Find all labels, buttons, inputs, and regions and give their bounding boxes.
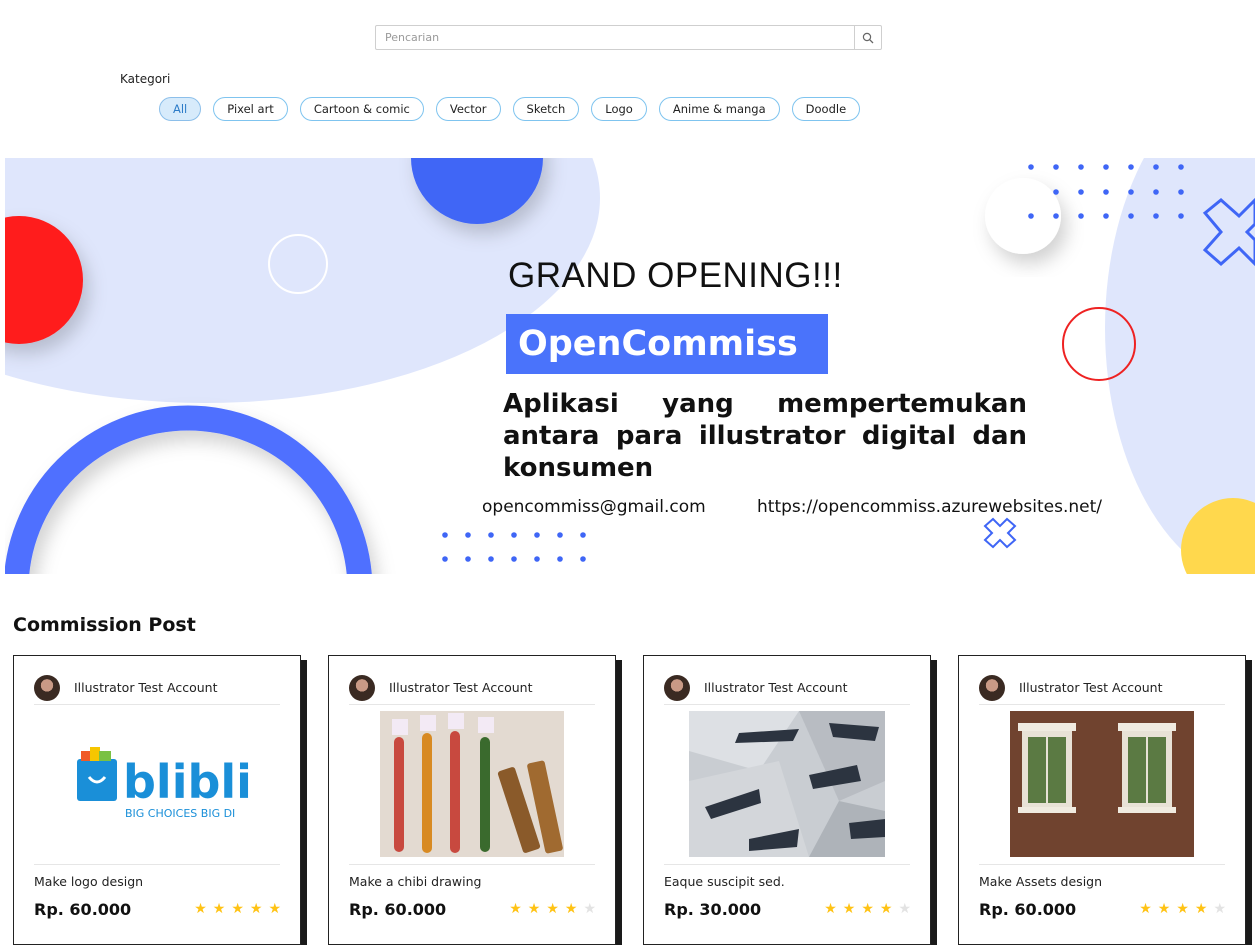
category-chip-anime-manga[interactable]: Anime & manga <box>658 97 780 121</box>
star-filled-icon: ★ <box>1194 901 1208 917</box>
category-chip-all[interactable]: All <box>159 97 202 121</box>
star-filled-icon: ★ <box>879 901 893 917</box>
category-label: Kategori <box>120 72 171 86</box>
category-chip-cartoon-comic[interactable]: Cartoon & comic <box>299 97 424 121</box>
search-button[interactable] <box>854 26 881 49</box>
avatar[interactable] <box>979 674 1005 701</box>
card-header: Illustrator Test Account <box>349 671 595 705</box>
author-name[interactable]: Illustrator Test Account <box>1019 680 1163 695</box>
card-title[interactable]: Make a chibi drawing <box>349 874 481 889</box>
category-chips: All Pixel art Cartoon & comic Vector Ske… <box>159 97 861 121</box>
star-empty-icon: ★ <box>583 901 596 917</box>
rating-stars: ★ ★ ★ ★ ★ <box>194 900 281 918</box>
banner-headline: GRAND OPENING!!! <box>508 256 843 295</box>
card-price: Rp. 60.000 <box>979 900 1077 919</box>
avatar[interactable] <box>349 674 375 701</box>
card-divider <box>979 864 1225 865</box>
card-image[interactable] <box>664 711 910 857</box>
star-filled-icon: ★ <box>509 901 522 917</box>
star-filled-icon: ★ <box>194 901 207 917</box>
blibli-logo-tagline: BIG CHOICES BIG DI <box>125 807 235 820</box>
section-title: Commission Post <box>13 614 196 636</box>
avatar[interactable] <box>34 674 60 701</box>
card-header: Illustrator Test Account <box>34 671 280 705</box>
star-filled-icon: ★ <box>861 901 874 917</box>
card-price: Rp. 60.000 <box>34 900 132 919</box>
category-chip-sketch[interactable]: Sketch <box>512 97 580 121</box>
category-chip-pixel-art[interactable]: Pixel art <box>213 97 288 121</box>
star-empty-icon: ★ <box>1213 901 1226 917</box>
card-header: Illustrator Test Account <box>664 671 910 705</box>
rating-stars: ★ ★ ★ ★ ★ <box>824 900 911 918</box>
search-input[interactable] <box>376 26 854 49</box>
keychain-photo <box>380 711 564 857</box>
star-filled-icon: ★ <box>564 901 578 917</box>
card-title[interactable]: Eaque suscipit sed. <box>664 874 785 889</box>
rating-stars: ★ ★ ★ ★ ★ <box>1139 900 1226 918</box>
search-bar <box>375 25 882 50</box>
card-title[interactable]: Make Assets design <box>979 874 1102 889</box>
star-filled-icon: ★ <box>546 901 559 917</box>
banner-brand: OpenCommiss <box>506 314 828 374</box>
card-divider <box>34 864 280 865</box>
card-image[interactable]: blibli BIG CHOICES BIG DI <box>34 711 280 857</box>
card-title[interactable]: Make logo design <box>34 874 143 889</box>
category-chip-doodle[interactable]: Doodle <box>791 97 861 121</box>
star-filled-icon: ★ <box>842 901 856 917</box>
card-header: Illustrator Test Account <box>979 671 1225 705</box>
card-divider <box>349 864 595 865</box>
star-filled-icon: ★ <box>1176 901 1189 917</box>
author-name[interactable]: Illustrator Test Account <box>389 680 533 695</box>
star-filled-icon: ★ <box>212 901 226 917</box>
star-filled-icon: ★ <box>1157 901 1171 917</box>
banner-description: Aplikasi yang mempertemukan antara para … <box>503 389 1027 483</box>
commission-card[interactable]: Illustrator Test Account Make a chibi dr… <box>328 655 616 945</box>
search-icon <box>862 32 874 43</box>
blibli-logo-image: blibli BIG CHOICES BIG DI <box>77 747 252 820</box>
commission-card[interactable]: Illustrator Test Account blibli BIG CHOI… <box>13 655 301 945</box>
star-filled-icon: ★ <box>231 901 244 917</box>
card-divider <box>664 864 910 865</box>
card-price: Rp. 30.000 <box>664 900 762 919</box>
commission-card[interactable]: Illustrator Test Account Eaque suscipit … <box>643 655 931 945</box>
star-empty-icon: ★ <box>898 901 911 917</box>
star-filled-icon: ★ <box>824 901 837 917</box>
banner-email: opencommiss@gmail.com <box>482 497 706 517</box>
author-name[interactable]: Illustrator Test Account <box>74 680 218 695</box>
category-chip-vector[interactable]: Vector <box>435 97 501 121</box>
banner-url: https://opencommiss.azurewebsites.net/ <box>757 497 1103 517</box>
windows-photo <box>1010 711 1194 857</box>
star-filled-icon: ★ <box>249 901 263 917</box>
promo-banner: GRAND OPENING!!! OpenCommiss Aplikasi ya… <box>5 158 1255 574</box>
author-name[interactable]: Illustrator Test Account <box>704 680 848 695</box>
card-image[interactable] <box>979 711 1225 857</box>
card-price: Rp. 60.000 <box>349 900 447 919</box>
star-filled-icon: ★ <box>527 901 541 917</box>
commission-card[interactable]: Illustrator Test Account Make Assets des… <box>958 655 1246 945</box>
rating-stars: ★ ★ ★ ★ ★ <box>509 900 596 918</box>
architecture-photo <box>689 711 885 857</box>
star-filled-icon: ★ <box>1139 901 1152 917</box>
card-image[interactable] <box>349 711 595 857</box>
avatar[interactable] <box>664 674 690 701</box>
category-chip-logo[interactable]: Logo <box>591 97 647 121</box>
star-filled-icon: ★ <box>268 901 281 917</box>
blibli-logo-text: blibli <box>123 755 252 809</box>
